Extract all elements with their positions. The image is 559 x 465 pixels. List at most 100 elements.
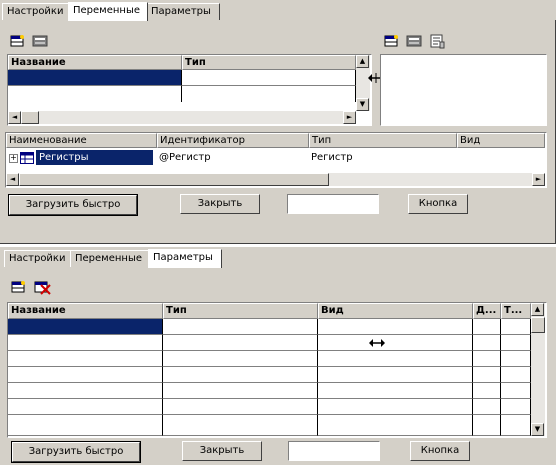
scroll-up-icon[interactable]: ▲ xyxy=(356,55,369,68)
table-cell[interactable] xyxy=(473,351,501,367)
table-cell[interactable] xyxy=(8,351,163,367)
table-cell-selected[interactable] xyxy=(8,70,182,86)
tab-variables[interactable]: Переменные xyxy=(70,250,150,267)
scroll-right-icon[interactable]: ► xyxy=(343,111,356,124)
table-cell[interactable] xyxy=(473,335,501,351)
table-cell[interactable] xyxy=(473,415,501,436)
document-icon[interactable] xyxy=(427,32,447,50)
scroll-right-icon[interactable]: ► xyxy=(532,173,545,186)
column-header-kind[interactable]: Вид xyxy=(457,133,545,148)
column-header-name[interactable]: Название xyxy=(8,55,182,70)
load-fast-button[interactable]: Загрузить быстро xyxy=(8,194,138,216)
expand-icon[interactable]: + xyxy=(9,154,18,163)
row-name-cell[interactable]: Регистры xyxy=(36,150,153,165)
table-cell[interactable] xyxy=(163,335,318,351)
column-header-naming[interactable]: Наименование xyxy=(6,133,157,148)
table-cell[interactable] xyxy=(163,399,318,415)
table-cell[interactable] xyxy=(473,367,501,383)
parameters-rows xyxy=(8,319,531,436)
add-parameter-icon[interactable] xyxy=(8,278,28,296)
horizontal-scrollbar[interactable]: ◄ ► xyxy=(6,173,545,186)
tab-variables[interactable]: Переменные xyxy=(68,2,148,21)
table-cell[interactable] xyxy=(8,367,163,383)
scroll-thumb[interactable] xyxy=(21,111,39,124)
column-header-type[interactable]: Тип xyxy=(182,55,356,70)
row-name: Регистры xyxy=(39,152,89,163)
table-cell[interactable] xyxy=(163,319,318,335)
column-header-name[interactable]: Название xyxy=(8,303,163,319)
scroll-up-icon[interactable]: ▲ xyxy=(531,303,544,316)
column-header-d[interactable]: Д... xyxy=(473,303,501,319)
resize-cursor-icon xyxy=(369,338,385,351)
close-button[interactable]: Закрыть xyxy=(180,194,260,214)
table-cell[interactable] xyxy=(501,399,531,415)
table-cell[interactable] xyxy=(501,351,531,367)
table-cell[interactable] xyxy=(473,399,501,415)
table-cell[interactable] xyxy=(501,367,531,383)
details-list[interactable] xyxy=(380,54,547,126)
scroll-thumb[interactable] xyxy=(19,173,329,186)
table-cell[interactable] xyxy=(318,383,473,399)
close-button[interactable]: Закрыть xyxy=(182,441,262,461)
column-header-kind[interactable]: Вид xyxy=(318,303,473,319)
scroll-thumb[interactable] xyxy=(531,317,545,333)
parameters-table[interactable]: Название Тип Вид Д... Т... ▲ ▼ xyxy=(7,302,547,438)
top-window: Настройки Переменные Параметры Название … xyxy=(0,0,556,244)
table-cell[interactable] xyxy=(501,335,531,351)
table-cell[interactable] xyxy=(501,415,531,436)
scroll-down-icon[interactable]: ▼ xyxy=(531,423,544,436)
table-cell[interactable] xyxy=(8,415,163,436)
table-cell[interactable] xyxy=(318,415,473,436)
tab-settings[interactable]: Настройки xyxy=(2,3,70,20)
column-header-type[interactable]: Тип xyxy=(163,303,318,319)
table-cell[interactable] xyxy=(318,351,473,367)
table-cell[interactable] xyxy=(163,351,318,367)
add-item-icon[interactable] xyxy=(381,32,401,50)
register-icon xyxy=(20,152,34,167)
horizontal-scrollbar[interactable]: ◄ ► xyxy=(8,111,356,124)
table-cell[interactable] xyxy=(163,383,318,399)
table-cell[interactable] xyxy=(318,367,473,383)
load-fast-button[interactable]: Загрузить быстро xyxy=(11,441,141,463)
table-cell[interactable] xyxy=(473,319,501,335)
bottom-window: Настройки Переменные Параметры Название … xyxy=(0,247,556,465)
tab-parameters[interactable]: Параметры xyxy=(148,249,222,268)
scroll-left-icon[interactable]: ◄ xyxy=(8,111,21,124)
registers-table[interactable]: Наименование Идентификатор Тип Вид + Рег… xyxy=(5,132,547,188)
text-field[interactable] xyxy=(287,194,379,214)
column-header-identifier[interactable]: Идентификатор xyxy=(157,133,309,148)
add-row-icon[interactable] xyxy=(7,32,27,50)
table-cell[interactable] xyxy=(182,70,356,86)
table-cell[interactable] xyxy=(318,319,473,335)
table-cell[interactable] xyxy=(163,367,318,383)
delete-parameter-icon[interactable] xyxy=(32,278,52,296)
row-type: Регистр xyxy=(311,152,353,163)
tab-parameters[interactable]: Параметры xyxy=(146,3,220,20)
generic-button[interactable]: Кнопка xyxy=(408,194,468,214)
generic-button[interactable]: Кнопка xyxy=(410,441,470,461)
table-cell[interactable] xyxy=(8,86,182,102)
row-identifier: @Регистр xyxy=(159,152,211,163)
table-cell[interactable] xyxy=(501,319,531,335)
edit-item-icon[interactable] xyxy=(404,32,424,50)
tab-settings[interactable]: Настройки xyxy=(4,250,72,267)
table-cell[interactable] xyxy=(182,86,356,102)
table-cell[interactable] xyxy=(473,383,501,399)
table-cell[interactable] xyxy=(163,415,318,436)
table-cell[interactable] xyxy=(8,335,163,351)
table-cell[interactable] xyxy=(318,335,473,351)
table-cell[interactable] xyxy=(8,399,163,415)
table-row[interactable]: + Регистры @Регистр Регистр xyxy=(6,149,545,167)
scroll-down-icon[interactable]: ▼ xyxy=(356,98,369,111)
variables-table[interactable]: Название Тип ▲ ▼ ◄ ► xyxy=(7,54,372,126)
table-cell[interactable] xyxy=(8,383,163,399)
vertical-scrollbar[interactable]: ▲ ▼ xyxy=(531,303,545,436)
column-header-t[interactable]: Т... xyxy=(501,303,531,319)
scroll-left-icon[interactable]: ◄ xyxy=(6,173,19,186)
properties-icon[interactable] xyxy=(30,32,50,50)
text-field[interactable] xyxy=(288,441,380,461)
table-cell[interactable] xyxy=(501,383,531,399)
table-cell-selected[interactable] xyxy=(8,319,163,335)
column-header-type[interactable]: Тип xyxy=(309,133,457,148)
table-cell[interactable] xyxy=(318,399,473,415)
